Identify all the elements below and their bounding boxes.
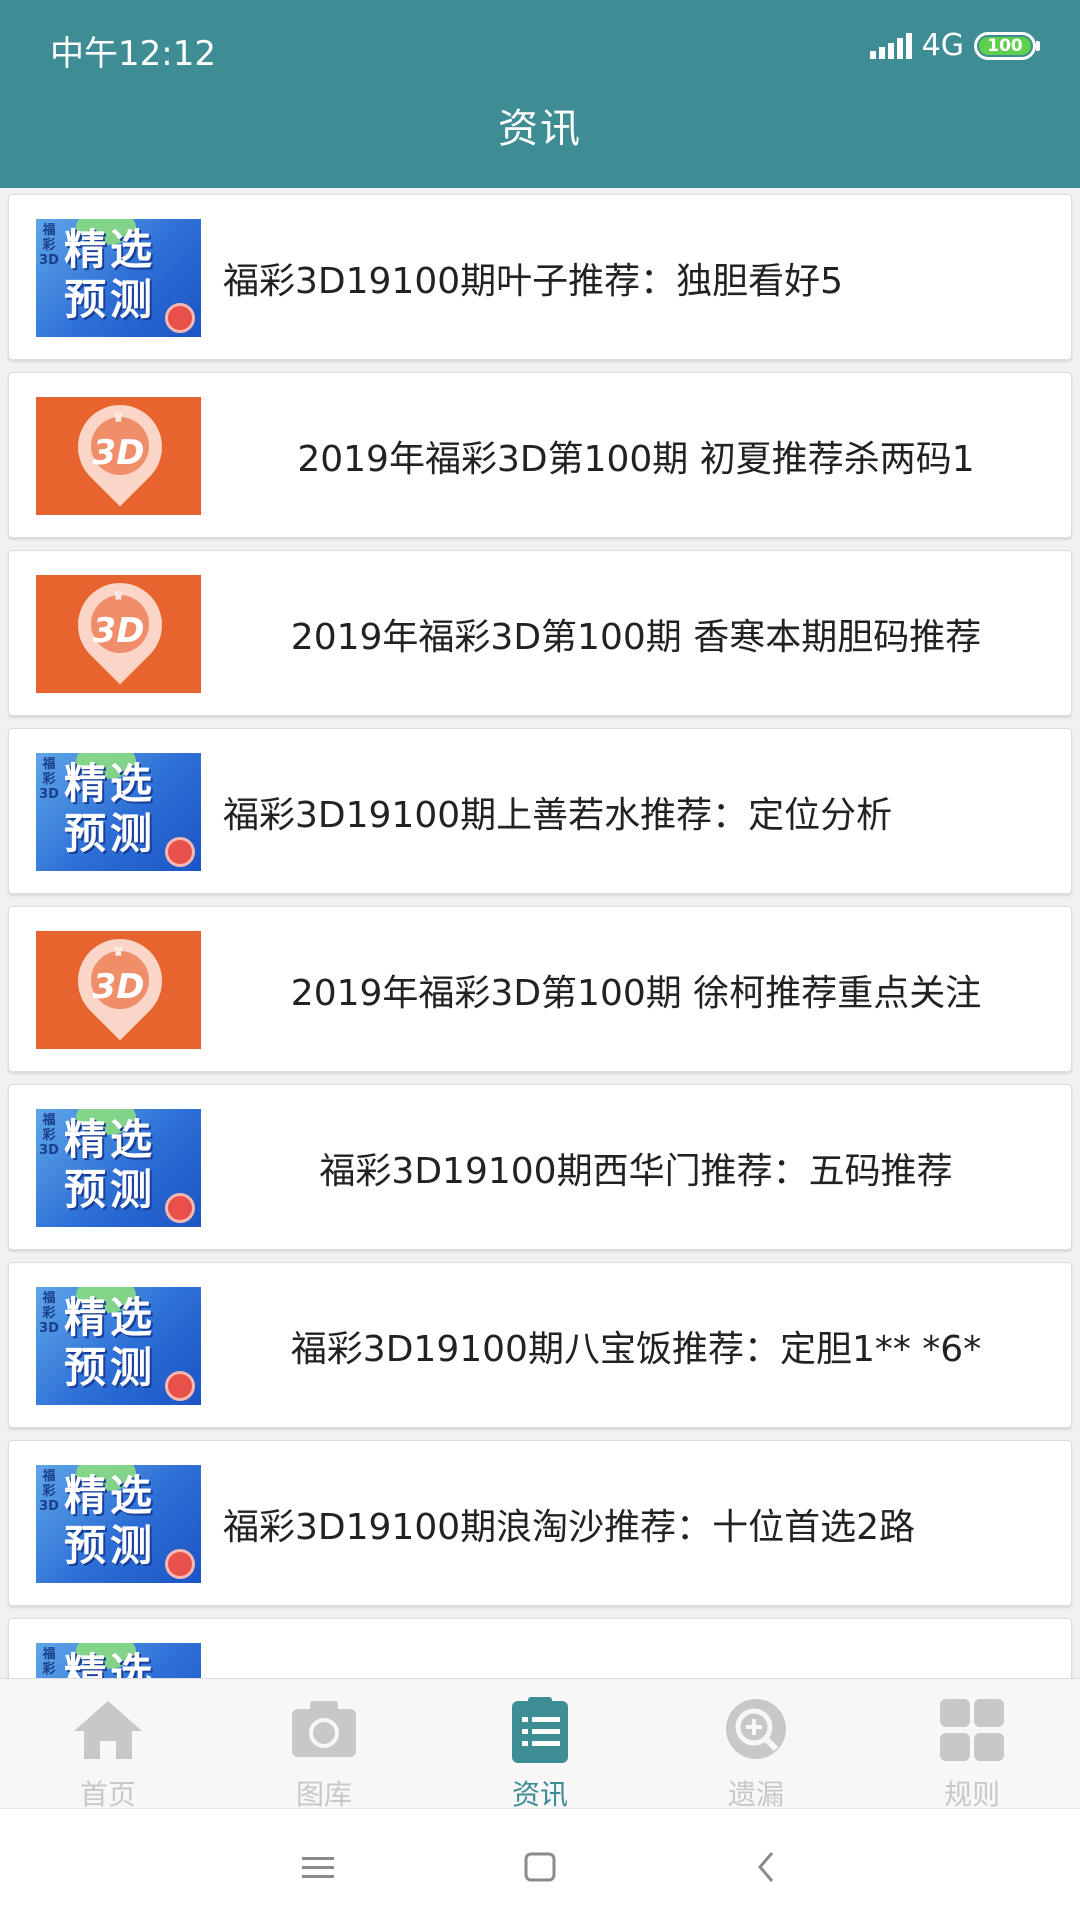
article-card[interactable]: 福彩3D 精选 预测 福彩3D19100期八宝饭推荐：定胆1** *6* <box>8 1262 1072 1428</box>
article-title[interactable]: 福彩3D19100期叶子推荐：独胆看好5 <box>223 195 1049 361</box>
article-title[interactable]: 2019年福彩3D第100期 初夏推荐杀两码1 <box>223 373 1049 539</box>
tab-label: 资讯 <box>511 1778 568 1811</box>
tab-label: 首页 <box>79 1778 136 1811</box>
lottery-3d-logo-icon: ♛ 3D <box>36 931 201 1049</box>
zoom-in-icon <box>718 1695 794 1769</box>
menu-icon[interactable] <box>288 1837 348 1897</box>
thumb-side-text: 福彩3D <box>39 1291 59 1336</box>
thumb-side-text: 福彩3D <box>39 757 59 802</box>
battery-level: 100 <box>979 36 1031 55</box>
battery-icon: 100 <box>974 31 1040 60</box>
thumb-line-1: 精选 <box>64 1471 157 1520</box>
thumb-logo-text: 3D <box>92 611 145 651</box>
article-title[interactable]: 2019年福彩3D第100期 徐柯推荐重点关注 <box>223 907 1049 1073</box>
forecast-badge-icon: 福彩3D精选预测 <box>36 1109 201 1227</box>
thumb-line-1: 精选 <box>64 1115 157 1164</box>
article-title[interactable]: 福彩3D19100期八宝饭推荐：定胆1** *6* <box>223 1263 1049 1429</box>
article-title[interactable]: 福彩3D19100期上善若水推荐：定位分析 <box>223 729 1049 895</box>
status-icons: 4G 100 <box>869 28 1040 63</box>
page-title: 资讯 <box>498 106 582 152</box>
tab-label: 规则 <box>943 1778 1000 1811</box>
tab-zoom-in[interactable]: 遗漏 <box>648 1679 864 1811</box>
thumb-line-1: 精选 <box>64 1293 157 1342</box>
tab-label: 遗漏 <box>727 1778 784 1811</box>
top-app-bar: 中午12:12 4G 100 资讯 <box>0 0 1080 188</box>
forecast-badge-icon: 福彩3D精选预测 <box>36 1643 201 1678</box>
thumb-side-text: 福彩3D <box>39 1113 59 1158</box>
thumb-side-text: 福彩3D <box>39 1647 59 1678</box>
system-nav-bar <box>0 1808 1080 1920</box>
forecast-badge-icon: 福彩3D精选预测 <box>36 1287 201 1405</box>
article-card[interactable]: 福彩3D 精选 预测 福彩3D19100期上善若水推荐：定位分析 <box>8 728 1072 894</box>
tab-home[interactable]: 首页 <box>0 1679 216 1811</box>
article-title[interactable] <box>223 1619 1049 1678</box>
status-time: 中午12:12 <box>50 34 216 74</box>
thumb-logo-text: 3D <box>92 967 145 1007</box>
article-card[interactable]: 福彩3D精选预测 <box>8 1618 1072 1678</box>
home-icon <box>70 1695 146 1769</box>
article-list[interactable]: 福彩3D 精选 预测 福彩3D19100期叶子推荐：独胆看好5 ♛ 3D 2019年福彩3D… <box>0 188 1080 1678</box>
network-type: 4G <box>921 28 964 63</box>
thumb-logo-text: 3D <box>92 433 145 473</box>
article-title[interactable]: 福彩3D19100期西华门推荐：五码推荐 <box>223 1085 1049 1251</box>
thumb-line-1: 精选 <box>64 225 157 274</box>
home-nav-icon[interactable] <box>510 1837 570 1897</box>
thumb-side-text: 福彩3D <box>39 1469 59 1514</box>
tab-label: 图库 <box>295 1778 352 1811</box>
thumb-side-text: 福彩3D <box>39 223 59 268</box>
forecast-badge-icon: 福彩3D精选预测 <box>36 219 201 337</box>
tab-camera[interactable]: 图库 <box>216 1679 432 1811</box>
news-list-icon <box>502 1695 578 1769</box>
article-card[interactable]: 福彩3D 精选 预测 福彩3D19100期西华门推荐：五码推荐 <box>8 1084 1072 1250</box>
signal-icon <box>869 32 912 59</box>
thumb-line-1: 精选 <box>64 759 157 808</box>
article-card[interactable]: ♛ 3D 2019年福彩3D第100期 初夏推荐杀两码1 <box>8 372 1072 538</box>
grid-icon <box>934 1695 1010 1769</box>
article-card[interactable]: 福彩3D 精选 预测 福彩3D19100期浪淘沙推荐：十位首选2路 <box>8 1440 1072 1606</box>
article-title[interactable]: 福彩3D19100期浪淘沙推荐：十位首选2路 <box>223 1441 1049 1607</box>
back-icon[interactable] <box>736 1837 796 1897</box>
tab-grid[interactable]: 规则 <box>864 1679 1080 1811</box>
lottery-3d-logo-icon: ♛ 3D <box>36 575 201 693</box>
article-card[interactable]: ♛ 3D 2019年福彩3D第100期 徐柯推荐重点关注 <box>8 906 1072 1072</box>
camera-icon <box>286 1695 362 1769</box>
bottom-tab-bar: 首页 图库 资讯 遗漏 规则 <box>0 1678 1080 1811</box>
tab-news-list[interactable]: 资讯 <box>432 1679 648 1811</box>
forecast-badge-icon: 福彩3D精选预测 <box>36 1465 201 1583</box>
article-card[interactable]: 福彩3D 精选 预测 福彩3D19100期叶子推荐：独胆看好5 <box>8 194 1072 360</box>
article-title[interactable]: 2019年福彩3D第100期 香寒本期胆码推荐 <box>223 551 1049 717</box>
forecast-badge-icon: 福彩3D精选预测 <box>36 753 201 871</box>
lottery-3d-logo-icon: ♛ 3D <box>36 397 201 515</box>
article-card[interactable]: ♛ 3D 2019年福彩3D第100期 香寒本期胆码推荐 <box>8 550 1072 716</box>
thumb-line-1: 精选 <box>64 1649 157 1678</box>
